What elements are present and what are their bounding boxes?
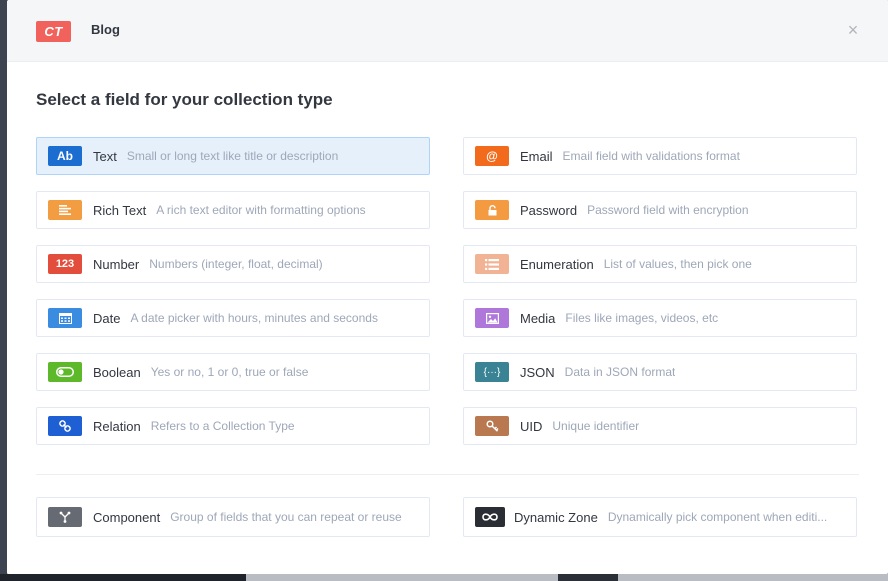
field-name: Component <box>93 509 161 525</box>
field-option-json[interactable]: {···} JSON Data in JSON format <box>463 353 857 391</box>
field-description: Group of fields that you can repeat or r… <box>170 510 402 524</box>
field-picker-modal: CT Blog × Select a field for your collec… <box>7 0 888 574</box>
field-name: Dynamic Zone <box>514 509 598 525</box>
field-name: Number <box>93 256 140 272</box>
field-option-media[interactable]: Media Files like images, videos, etc <box>463 299 857 337</box>
field-description: Refers to a Collection Type <box>150 419 295 433</box>
modal-title: Blog <box>91 22 120 37</box>
field-name: JSON <box>520 364 555 380</box>
field-option-boolean[interactable]: Boolean Yes or no, 1 or 0, true or false <box>36 353 430 391</box>
section-title: Select a field for your collection type <box>36 90 333 109</box>
toggle-icon <box>48 362 82 382</box>
collection-type-badge: CT <box>36 21 71 42</box>
component-icon <box>48 507 82 527</box>
lock-icon <box>475 200 509 220</box>
json-icon: {···} <box>475 362 509 382</box>
modal-header: CT Blog × <box>7 0 888 62</box>
field-name: Email <box>520 148 553 164</box>
field-option-number[interactable]: 123 Number Numbers (integer, float, deci… <box>36 245 430 283</box>
field-description: A date picker with hours, minutes and se… <box>130 311 378 325</box>
field-name: Media <box>520 310 556 326</box>
image-icon <box>475 308 509 328</box>
section-divider <box>36 474 859 475</box>
key-icon <box>475 416 509 436</box>
field-description: Small or long text like title or descrip… <box>126 149 339 163</box>
field-option-password[interactable]: Password Password field with encryption <box>463 191 857 229</box>
field-description: Unique identifier <box>552 419 640 433</box>
field-option-email[interactable]: @ Email Email field with validations for… <box>463 137 857 175</box>
at-icon: @ <box>475 146 509 166</box>
field-option-dynamic-zone[interactable]: Dynamic Zone Dynamically pick component … <box>463 497 857 537</box>
field-name: Relation <box>93 418 141 434</box>
text-icon: Ab <box>48 146 82 166</box>
calendar-icon <box>48 308 82 328</box>
number-icon: 123 <box>48 254 82 274</box>
field-description: Password field with encryption <box>587 203 749 217</box>
infinity-icon <box>475 507 505 527</box>
background-bottom-block <box>558 574 618 581</box>
field-description: A rich text editor with formatting optio… <box>156 203 366 217</box>
field-name: Boolean <box>93 364 141 380</box>
field-option-component[interactable]: Component Group of fields that you can r… <box>36 497 430 537</box>
close-icon: × <box>847 20 859 40</box>
field-option-rich-text[interactable]: Rich Text A rich text editor with format… <box>36 191 430 229</box>
field-option-text[interactable]: Ab Text Small or long text like title or… <box>36 137 430 175</box>
close-button[interactable]: × <box>845 20 861 40</box>
field-option-relation[interactable]: Relation Refers to a Collection Type <box>36 407 430 445</box>
field-description: Numbers (integer, float, decimal) <box>149 257 323 271</box>
field-option-enumeration[interactable]: Enumeration List of values, then pick on… <box>463 245 857 283</box>
richtext-icon <box>48 200 82 220</box>
field-description: Data in JSON format <box>564 365 676 379</box>
field-description: Email field with validations format <box>562 149 740 163</box>
field-name: Text <box>93 148 117 164</box>
field-name: Date <box>93 310 121 326</box>
field-option-uid[interactable]: UID Unique identifier <box>463 407 857 445</box>
link-icon <box>48 416 82 436</box>
field-name: Rich Text <box>93 202 147 218</box>
field-description: Files like images, videos, etc <box>565 311 719 325</box>
field-option-date[interactable]: Date A date picker with hours, minutes a… <box>36 299 430 337</box>
field-description: Dynamically pick component when editi... <box>607 510 828 524</box>
list-icon <box>475 254 509 274</box>
background-bottom-sidebar <box>0 574 246 581</box>
field-name: UID <box>520 418 543 434</box>
field-name: Enumeration <box>520 256 594 272</box>
field-description: Yes or no, 1 or 0, true or false <box>150 365 309 379</box>
field-name: Password <box>520 202 578 218</box>
field-description: List of values, then pick one <box>603 257 752 271</box>
background-left-edge <box>0 0 7 581</box>
